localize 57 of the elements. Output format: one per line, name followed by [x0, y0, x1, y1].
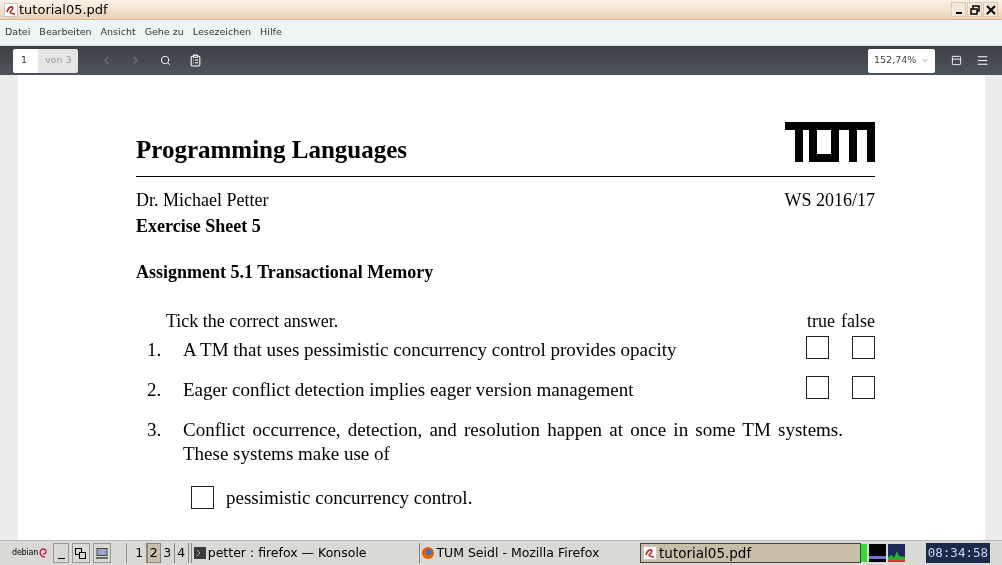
workspace-button[interactable]: 4: [174, 543, 189, 563]
instruction-text: Tick the correct answer.: [166, 310, 339, 332]
clipboard-icon[interactable]: [189, 54, 202, 67]
page-number-field[interactable]: 1: [13, 48, 38, 73]
checkbox[interactable]: [806, 336, 829, 359]
document-icon: [4, 2, 18, 17]
task-label: tutorial05.pdf: [659, 543, 752, 563]
question-text: Conflict occurrence, detection, and resolution happen at once in some TM systems. These systems make use of: [183, 418, 843, 466]
globe-icon: [422, 547, 435, 559]
checkbox[interactable]: [852, 336, 875, 359]
list-number: 2.: [147, 378, 163, 402]
question-text: A TM that uses pessimistic concurrency control provides opacity: [183, 338, 677, 362]
assignment-title: Assignment 5.1 Transactional Memory: [136, 261, 435, 283]
column-header: false: [841, 310, 875, 332]
window-title: tutorial05.pdf: [19, 3, 108, 16]
term-label: WS 2016/17: [784, 189, 875, 211]
menu-icon[interactable]: [976, 54, 989, 67]
search-icon[interactable]: [160, 55, 171, 66]
author-name: Dr. Michael Petter: [136, 189, 269, 211]
minimize-all-button[interactable]: [53, 543, 69, 563]
zoom-dropdown[interactable]: 152,74%: [868, 48, 935, 73]
windows-button[interactable]: [72, 543, 90, 563]
workspace-button[interactable]: 3: [160, 543, 175, 563]
panel-icon[interactable]: [951, 55, 962, 66]
column-header: true: [807, 310, 835, 332]
checkbox[interactable]: [852, 376, 875, 399]
terminal-icon: [193, 547, 206, 559]
menu-item[interactable]: Bearbeiten: [39, 25, 92, 40]
menu-item[interactable]: Ansicht: [100, 25, 136, 40]
workspace-button[interactable]: 1: [132, 543, 147, 563]
checkbox[interactable]: [806, 376, 829, 399]
monitor-icon: [95, 547, 108, 559]
menu-item[interactable]: Lesezeichen: [192, 25, 252, 40]
restore-button[interactable]: [967, 2, 982, 17]
swirl-icon: [38, 547, 49, 559]
sheet-title: Exercise Sheet 5: [136, 215, 262, 237]
clock: 08:34:58: [925, 543, 990, 563]
menu-item[interactable]: Datei: [5, 25, 31, 40]
minimize-button[interactable]: [951, 2, 966, 17]
menu-item[interactable]: Hilfe: [260, 25, 282, 40]
list-number: 3.: [147, 418, 163, 442]
option-text: pessimistic concurrency control.: [226, 487, 473, 509]
page-count: von 3: [38, 48, 78, 73]
document-heading: Programming Languages: [136, 137, 408, 162]
list-number: 1.: [147, 338, 163, 362]
question-text: Eager conflict detection implies eager version management: [183, 378, 634, 402]
desktop-button[interactable]: [92, 543, 111, 563]
checkbox[interactable]: [191, 486, 214, 509]
close-button[interactable]: [983, 2, 998, 17]
task-label: TUM Seidl - Mozilla Firefox: [436, 543, 600, 562]
task-label: petter : firefox — Konsole: [207, 543, 367, 562]
taskbar-item[interactable]: tutorial05.pdf: [640, 543, 861, 563]
taskbar-item[interactable]: petter : firefox — Konsole: [190, 543, 420, 563]
document-icon: [643, 546, 658, 560]
start-button[interactable]: debian: [12, 543, 51, 563]
menu-item[interactable]: Gehe zu: [144, 25, 184, 40]
windows-icon: [75, 547, 87, 559]
